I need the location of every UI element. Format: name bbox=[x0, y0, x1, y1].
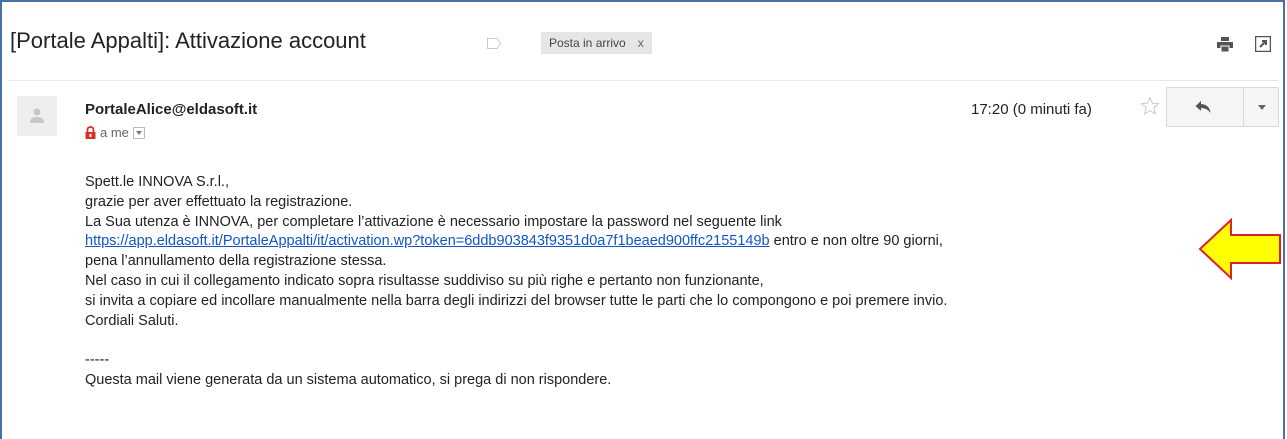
divider bbox=[8, 80, 1279, 81]
body-greeting: Spett.le INNOVA S.r.l., bbox=[85, 174, 229, 190]
subject-bar: [Portale Appalti]: Attivazione account P… bbox=[0, 0, 1287, 86]
pointer-arrow-icon bbox=[1198, 217, 1282, 285]
body-footer: Questa mail viene generata da un sistema… bbox=[85, 371, 612, 388]
recipient-line: a me bbox=[85, 125, 145, 142]
show-details-dropdown[interactable] bbox=[132, 127, 145, 139]
reply-button-group bbox=[1166, 87, 1279, 127]
avatar[interactable] bbox=[17, 96, 57, 136]
email-subject: [Portale Appalti]: Attivazione account bbox=[10, 28, 366, 53]
more-actions-button[interactable] bbox=[1243, 88, 1279, 126]
email-body: Spett.le INNOVA S.r.l., grazie per aver … bbox=[85, 173, 947, 391]
body-line: pena l’annullamento della registrazione … bbox=[85, 253, 387, 270]
label-remove-button[interactable]: x bbox=[638, 36, 644, 50]
body-closing: Cordiali Saluti. bbox=[85, 312, 179, 329]
activation-link[interactable]: https://app.eldasoft.it/PortaleAppalti/i… bbox=[85, 233, 770, 249]
star-icon[interactable] bbox=[1140, 96, 1160, 121]
print-icon[interactable] bbox=[1216, 36, 1233, 57]
recipient-text: a me bbox=[100, 125, 129, 140]
body-line: grazie per aver effettuato la registrazi… bbox=[85, 193, 353, 210]
open-new-window-icon[interactable] bbox=[1254, 35, 1272, 57]
link-suffix: entro e non oltre 90 giorni, bbox=[769, 233, 943, 250]
reply-icon bbox=[1195, 101, 1211, 113]
body-line: Nel caso in cui il collegamento indicato… bbox=[85, 272, 764, 289]
person-icon bbox=[30, 108, 44, 123]
label-tag-icon[interactable] bbox=[487, 36, 502, 49]
reply-button[interactable] bbox=[1167, 88, 1243, 126]
lock-icon bbox=[85, 126, 96, 142]
message-time: 17:20 (0 minuti fa) bbox=[971, 101, 1092, 118]
body-link-line: https://app.eldasoft.it/PortaleAppalti/i… bbox=[85, 232, 947, 252]
body-line: La Sua utenza è INNOVA, per completare l… bbox=[85, 213, 782, 230]
sender-address[interactable]: PortaleAlice@eldasoft.it bbox=[85, 101, 257, 118]
body-line: si invita a copiare ed incollare manualm… bbox=[85, 292, 948, 309]
top-icons bbox=[1199, 35, 1272, 57]
label-chip-text[interactable]: Posta in arrivo bbox=[549, 36, 626, 50]
label-chip-inbox: Posta in arrivo x bbox=[541, 32, 652, 54]
signature-separator: ----- bbox=[85, 352, 110, 369]
